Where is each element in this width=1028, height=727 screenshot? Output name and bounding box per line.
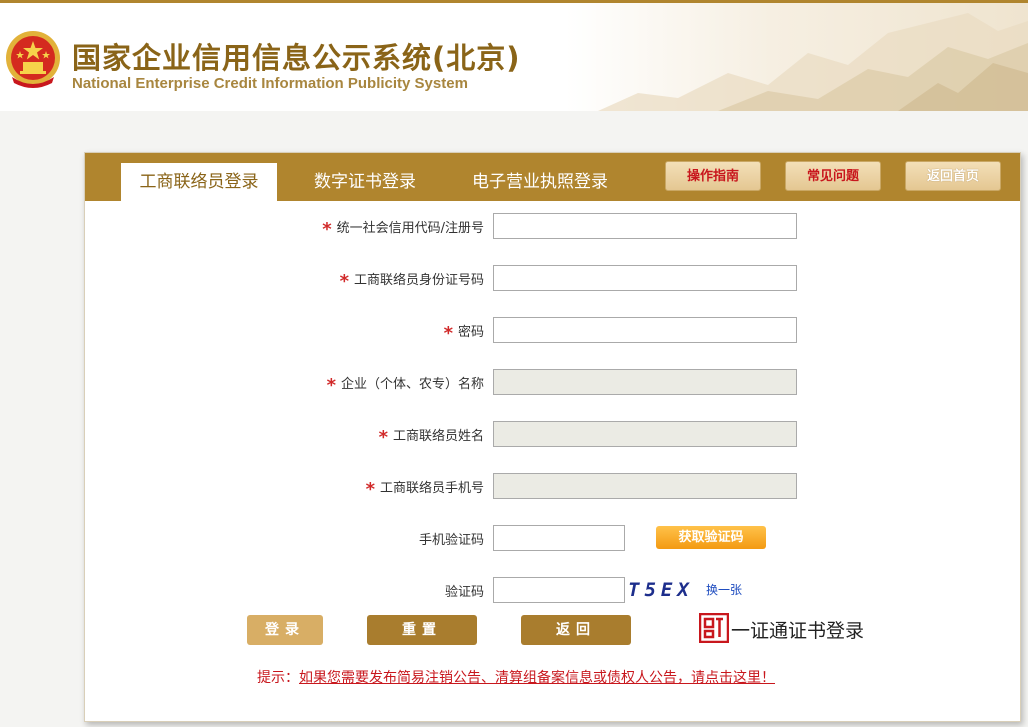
form-row-contact-phone: * 工商联络员手机号 xyxy=(85,473,1020,500)
contact-phone-label: * 工商联络员手机号 xyxy=(365,479,484,500)
required-mark: * xyxy=(365,479,375,500)
captcha-image[interactable]: T5EX xyxy=(628,577,694,603)
announcement-link[interactable]: 如果您需要发布简易注销公告、清算组备案信息或债权人公告，请点击这里！ xyxy=(299,670,775,686)
sms-code-input[interactable] xyxy=(493,525,625,551)
form-row-id-number: * 工商联络员身份证号码 xyxy=(85,265,1020,292)
tab-e-license-login[interactable]: 电子营业执照登录 xyxy=(455,163,625,201)
site-subtitle: National Enterprise Credit Information P… xyxy=(72,75,468,92)
notice-text: 提示：如果您需要发布简易注销公告、清算组备案信息或债权人公告，请点击这里！ xyxy=(257,667,775,687)
required-mark: * xyxy=(443,323,453,344)
notice-prefix: 提示： xyxy=(257,670,299,686)
login-panel: 工商联络员登录 数字证书登录 电子营业执照登录 操作指南 常见问题 返回首页 *… xyxy=(84,152,1021,722)
national-emblem-icon xyxy=(6,31,60,88)
required-mark: * xyxy=(326,375,336,396)
company-name-input xyxy=(493,369,797,395)
cert-login-label: 一证通证书登录 xyxy=(731,620,865,642)
id-number-input[interactable] xyxy=(493,265,797,291)
tab-digital-certificate-login[interactable]: 数字证书登录 xyxy=(297,163,433,201)
required-mark: * xyxy=(322,219,332,240)
form-row-company-name: * 企业（个体、农专）名称 xyxy=(85,369,1020,396)
company-name-label: * 企业（个体、农专）名称 xyxy=(326,375,484,396)
password-input[interactable] xyxy=(493,317,797,343)
login-button[interactable]: 登录 xyxy=(247,615,323,645)
password-label: * 密码 xyxy=(443,323,484,344)
form-row-captcha: 验证码 T5EX 换一张 xyxy=(85,577,1020,603)
contact-name-input xyxy=(493,421,797,447)
contact-phone-input xyxy=(493,473,797,499)
site-header: 国家企业信用信息公示系统(北京) National Enterprise Cre… xyxy=(0,3,1028,111)
captcha-label: 验证码 xyxy=(444,585,484,600)
credit-code-label: * 统一社会信用代码/注册号 xyxy=(322,219,484,240)
tab-bar: 工商联络员登录 数字证书登录 电子营业执照登录 操作指南 常见问题 返回首页 xyxy=(85,153,1020,201)
contact-name-label: * 工商联络员姓名 xyxy=(378,427,484,448)
faq-button[interactable]: 常见问题 xyxy=(785,161,881,191)
form-row-password: * 密码 xyxy=(85,317,1020,344)
form-row-sms-code: 手机验证码 获取验证码 xyxy=(85,525,1020,551)
captcha-input[interactable] xyxy=(493,577,625,603)
site-title: 国家企业信用信息公示系统(北京) xyxy=(72,41,521,75)
home-button[interactable]: 返回首页 xyxy=(905,161,1001,191)
guide-button[interactable]: 操作指南 xyxy=(665,161,761,191)
sms-code-label: 手机验证码 xyxy=(418,533,484,548)
reset-button[interactable]: 重置 xyxy=(367,615,477,645)
captcha-refresh-link[interactable]: 换一张 xyxy=(706,581,742,598)
form-row-credit-code: * 统一社会信用代码/注册号 xyxy=(85,213,1020,240)
form-row-contact-name: * 工商联络员姓名 xyxy=(85,421,1020,448)
credit-code-input[interactable] xyxy=(493,213,797,239)
mountain-landscape-image xyxy=(598,13,1028,111)
get-sms-code-button[interactable]: 获取验证码 xyxy=(656,526,766,549)
back-button[interactable]: 返回 xyxy=(521,615,631,645)
required-mark: * xyxy=(378,427,388,448)
tab-contact-login[interactable]: 工商联络员登录 xyxy=(121,163,277,201)
required-mark: * xyxy=(339,271,349,292)
id-number-label: * 工商联络员身份证号码 xyxy=(339,271,484,292)
certificate-logo-icon xyxy=(699,613,729,643)
